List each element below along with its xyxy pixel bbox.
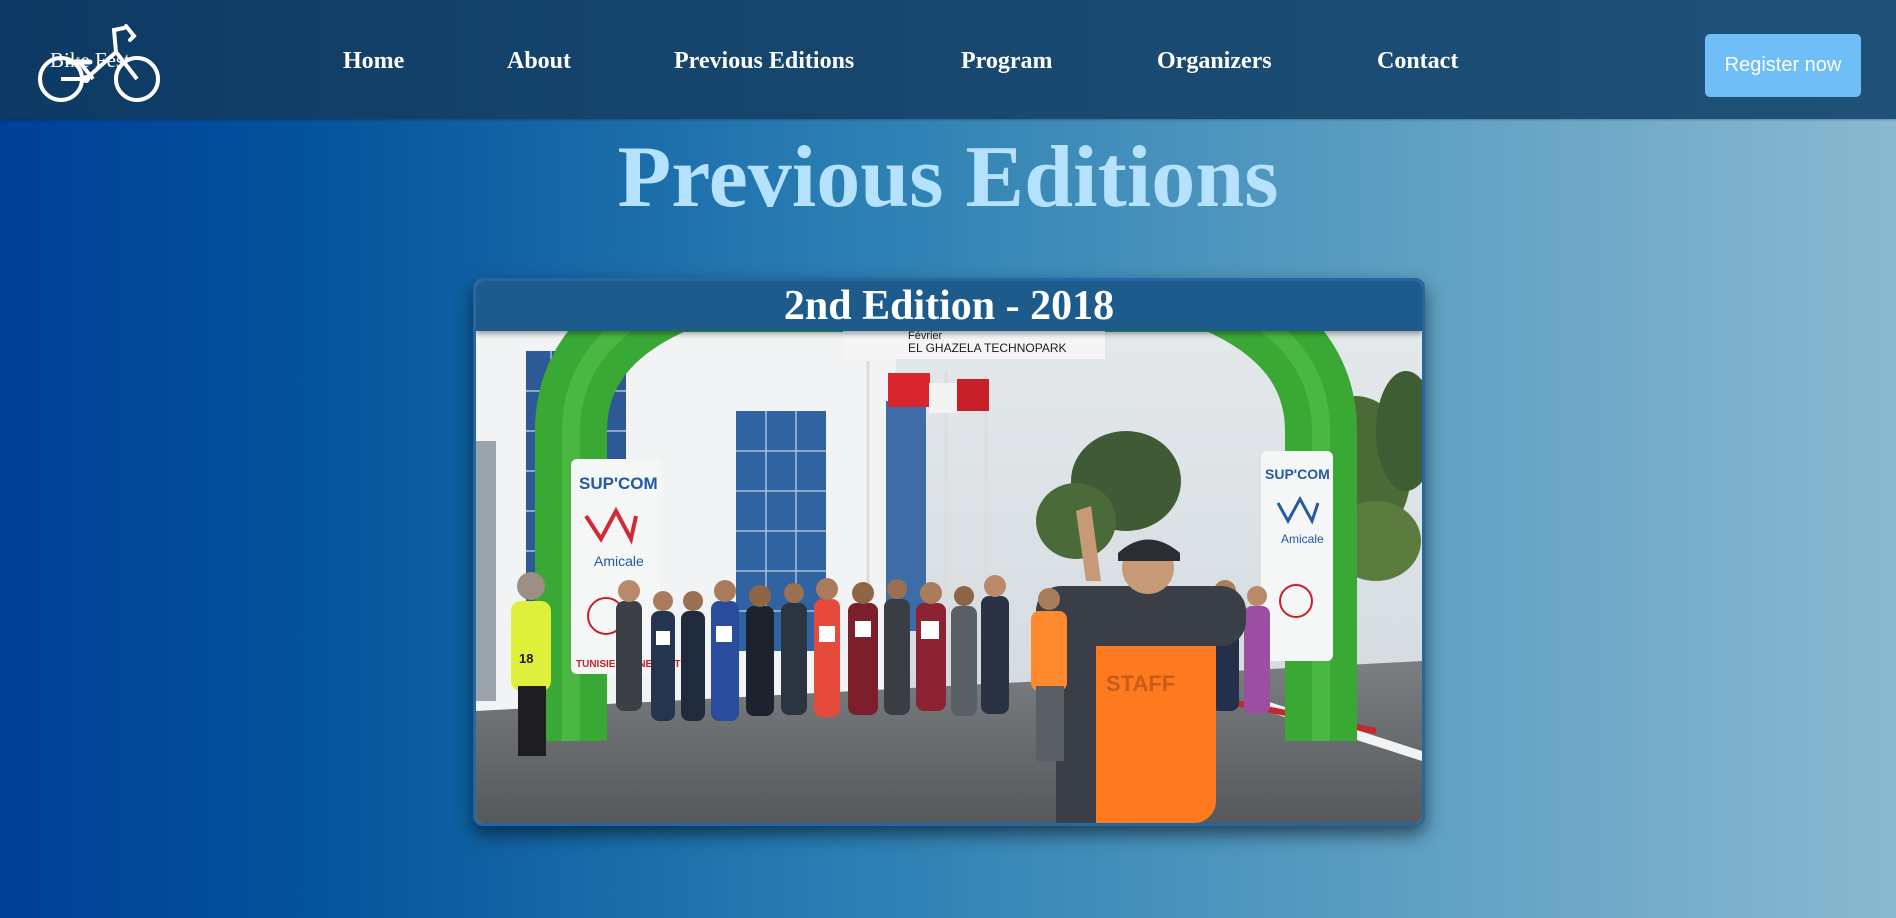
register-now-button[interactable]: Register now [1705, 34, 1861, 97]
pillar-right-brand: SUP'COM [1265, 466, 1330, 482]
pillar-right-sub: Amicale [1281, 532, 1324, 546]
edition-card: 2nd Edition - 2018 Février EL GHAZELA TE… [473, 278, 1425, 826]
arch-banner-venue: EL GHAZELA TECHNOPARK [908, 341, 1067, 355]
vest-text: STAFF [1106, 671, 1175, 696]
bib-number: 18 [519, 651, 533, 666]
nav-organizers-link[interactable]: Organizers [1157, 48, 1272, 75]
edition-photo[interactable]: BIKE FEST 18 2k18 Février EL GHAZELA TEC… [476, 281, 1422, 823]
main-nav: Home About Previous Editions Program Org… [0, 48, 1896, 78]
edition-title: 2nd Edition - 2018 [783, 283, 1115, 329]
edition-header: 2nd Edition - 2018 [476, 281, 1422, 331]
nav-program-link[interactable]: Program [961, 48, 1053, 75]
nav-home-link[interactable]: Home [343, 48, 404, 75]
top-navbar: Bike Fest Home About Previous Editions P… [0, 0, 1896, 119]
nav-contact-link[interactable]: Contact [1377, 48, 1458, 75]
page-title: Previous Editions [617, 129, 1279, 226]
pillar-left-sub: Amicale [594, 553, 644, 569]
pillar-left-brand: SUP'COM [579, 474, 658, 493]
nav-previous-editions-link[interactable]: Previous Editions [674, 48, 854, 75]
nav-about-link[interactable]: About [507, 48, 571, 75]
